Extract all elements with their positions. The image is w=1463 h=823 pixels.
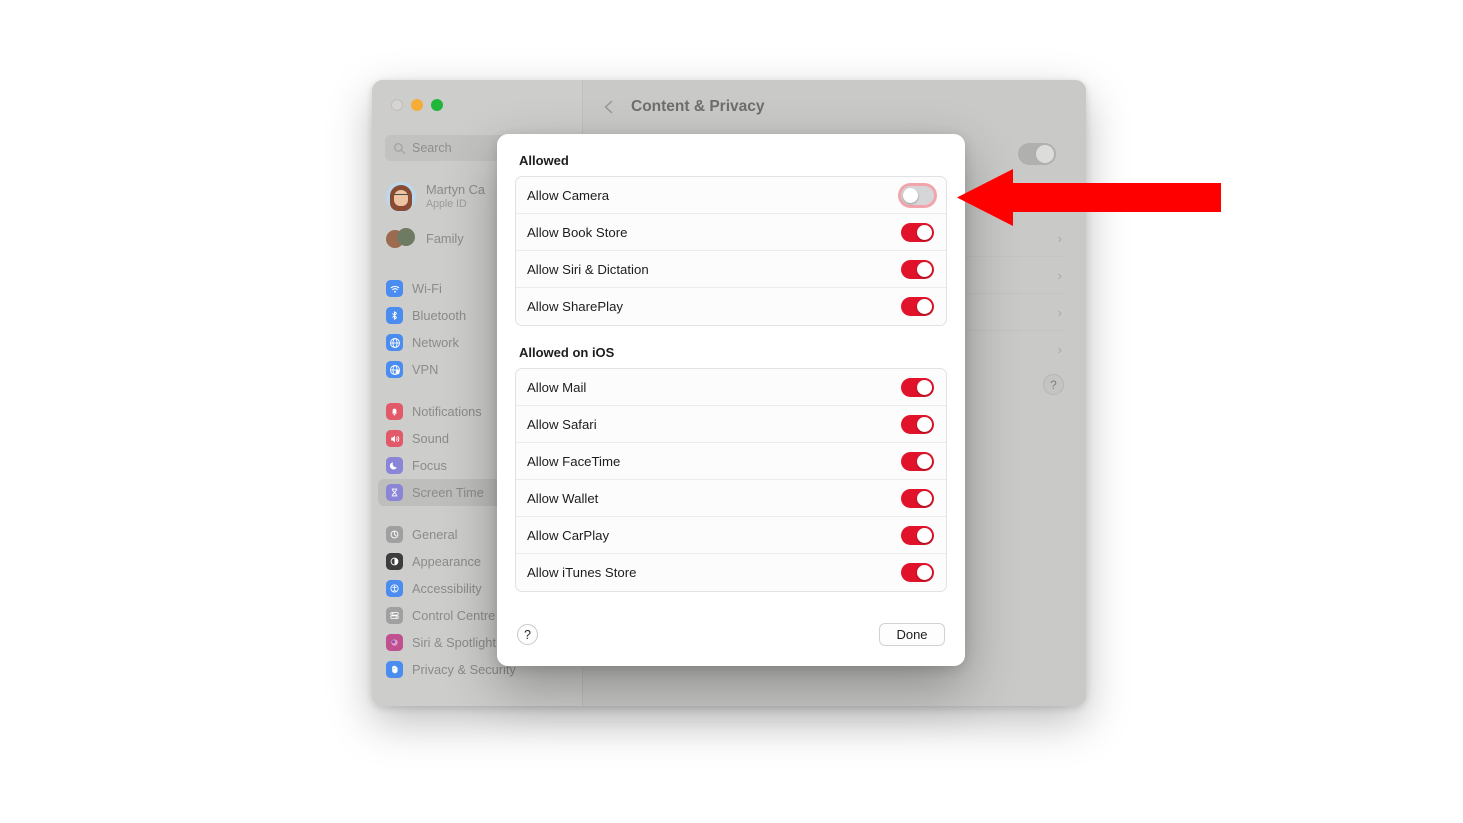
toggle-allow-safari[interactable] bbox=[901, 414, 934, 434]
sidebar-item-label: Network bbox=[412, 335, 459, 350]
toggle-allow-itunes-store[interactable] bbox=[901, 563, 934, 582]
toggle-allow-shareplay[interactable] bbox=[901, 297, 934, 316]
group-title-allowed: Allowed bbox=[519, 153, 569, 168]
row-allow-camera[interactable]: Allow Camera bbox=[516, 177, 946, 214]
hand-icon bbox=[386, 661, 403, 678]
row-label: Allow Safari bbox=[527, 416, 597, 432]
help-button-behind[interactable]: ? bbox=[1043, 374, 1064, 395]
vpn-globe-icon bbox=[386, 361, 403, 378]
row-allow-carplay[interactable]: Allow CarPlay bbox=[516, 517, 946, 554]
help-button[interactable]: ? bbox=[517, 624, 538, 645]
allowed-settings-sheet: Allowed Allow Camera Allow Book Store Al… bbox=[497, 134, 965, 666]
row-allow-book-store[interactable]: Allow Book Store bbox=[516, 214, 946, 251]
group-title-allowed-on-ios: Allowed on iOS bbox=[519, 345, 615, 360]
row-label: Allow Book Store bbox=[527, 224, 628, 240]
avatar bbox=[386, 182, 416, 212]
row-label: Allow FaceTime bbox=[527, 453, 621, 469]
group-allowed-on-ios: Allow Mail Allow Safari Allow FaceTime A… bbox=[515, 368, 947, 592]
row-allow-facetime[interactable]: Allow FaceTime bbox=[516, 443, 946, 480]
page-title: Content & Privacy bbox=[631, 98, 765, 115]
chevron-right-icon: › bbox=[1057, 230, 1062, 246]
maximize-button[interactable] bbox=[431, 99, 443, 111]
sheet-scroll-area[interactable]: Allowed Allow Camera Allow Book Store Al… bbox=[497, 134, 965, 603]
minimize-button[interactable] bbox=[411, 99, 423, 111]
sidebar-item-label: General bbox=[412, 527, 458, 542]
toggle-allow-siri-and-dictation[interactable] bbox=[901, 259, 934, 279]
bell-icon bbox=[386, 403, 403, 420]
content-header: Content & Privacy bbox=[583, 80, 1086, 134]
row-allow-siri-and-dictation[interactable]: Allow Siri & Dictation bbox=[516, 251, 946, 288]
chevron-right-icon: › bbox=[1057, 267, 1062, 283]
sidebar-item-label: VPN bbox=[412, 362, 439, 377]
row-label: Allow Siri & Dictation bbox=[527, 261, 649, 277]
search-icon bbox=[393, 142, 406, 154]
account-subtitle: Apple ID bbox=[426, 198, 467, 211]
sidebar-item-label: Privacy & Security bbox=[412, 662, 516, 677]
row-label: Allow Wallet bbox=[527, 490, 599, 506]
hourglass-icon bbox=[386, 484, 403, 501]
control-centre-icon bbox=[386, 607, 403, 624]
sheet-footer: ? Done bbox=[497, 603, 965, 666]
speaker-icon bbox=[386, 430, 403, 447]
toggle-allow-facetime[interactable] bbox=[901, 451, 934, 471]
toggle-allow-mail[interactable] bbox=[901, 377, 934, 397]
sidebar-item-label: Focus bbox=[412, 458, 447, 473]
toggle-allow-wallet[interactable] bbox=[901, 488, 934, 508]
gear-icon bbox=[386, 526, 403, 543]
done-button[interactable]: Done bbox=[879, 623, 945, 646]
sidebar-item-label: Appearance bbox=[412, 554, 482, 569]
moon-icon bbox=[386, 457, 403, 474]
sidebar-item-label: Notifications bbox=[412, 404, 482, 419]
content-privacy-master-toggle[interactable] bbox=[1018, 143, 1056, 165]
siri-icon bbox=[386, 634, 403, 651]
toggle-allow-book-store[interactable] bbox=[901, 222, 934, 242]
row-allow-safari[interactable]: Allow Safari bbox=[516, 406, 946, 443]
row-allow-wallet[interactable]: Allow Wallet bbox=[516, 480, 946, 517]
window-traffic-lights bbox=[391, 99, 443, 111]
wifi-icon bbox=[386, 280, 403, 297]
globe-icon bbox=[386, 334, 403, 351]
left-pointing-arrow bbox=[957, 169, 1221, 226]
chevron-right-icon: › bbox=[1057, 342, 1062, 357]
screenshot-root: Search Martyn Ca Apple ID Family Wi-Fi B… bbox=[0, 0, 1463, 823]
sidebar-item-label: Family bbox=[426, 231, 464, 246]
search-placeholder: Search bbox=[412, 141, 452, 155]
bluetooth-icon bbox=[386, 307, 403, 324]
sidebar-item-label: Control Centre bbox=[412, 608, 496, 623]
accessibility-icon bbox=[386, 580, 403, 597]
sidebar-item-label: Screen Time bbox=[412, 485, 484, 500]
sidebar-item-label: Sound bbox=[412, 431, 450, 446]
chevron-left-icon[interactable] bbox=[601, 99, 617, 115]
row-label: Allow SharePlay bbox=[527, 299, 624, 314]
row-label: Allow iTunes Store bbox=[527, 565, 637, 580]
appearance-icon bbox=[386, 553, 403, 570]
sidebar-item-label: Siri & Spotlight bbox=[412, 635, 496, 650]
chevron-right-icon: › bbox=[1057, 304, 1062, 320]
toggle-allow-carplay[interactable] bbox=[901, 525, 934, 545]
row-allow-itunes-store[interactable]: Allow iTunes Store bbox=[516, 554, 946, 591]
row-label: Allow Camera bbox=[527, 187, 610, 203]
toggle-allow-camera[interactable] bbox=[901, 185, 934, 205]
row-label: Allow Mail bbox=[527, 379, 587, 395]
row-label: Allow CarPlay bbox=[527, 527, 610, 543]
row-allow-shareplay[interactable]: Allow SharePlay bbox=[516, 288, 946, 325]
sidebar-item-label: Accessibility bbox=[412, 581, 482, 596]
close-button[interactable] bbox=[391, 99, 403, 111]
sidebar-item-label: Wi-Fi bbox=[412, 281, 442, 296]
account-name: Martyn Ca bbox=[426, 182, 486, 198]
group-allowed: Allow Camera Allow Book Store Allow Siri… bbox=[515, 176, 947, 326]
sidebar-item-label: Bluetooth bbox=[412, 308, 467, 323]
family-avatars-icon bbox=[386, 224, 416, 254]
row-allow-mail[interactable]: Allow Mail bbox=[516, 369, 946, 406]
